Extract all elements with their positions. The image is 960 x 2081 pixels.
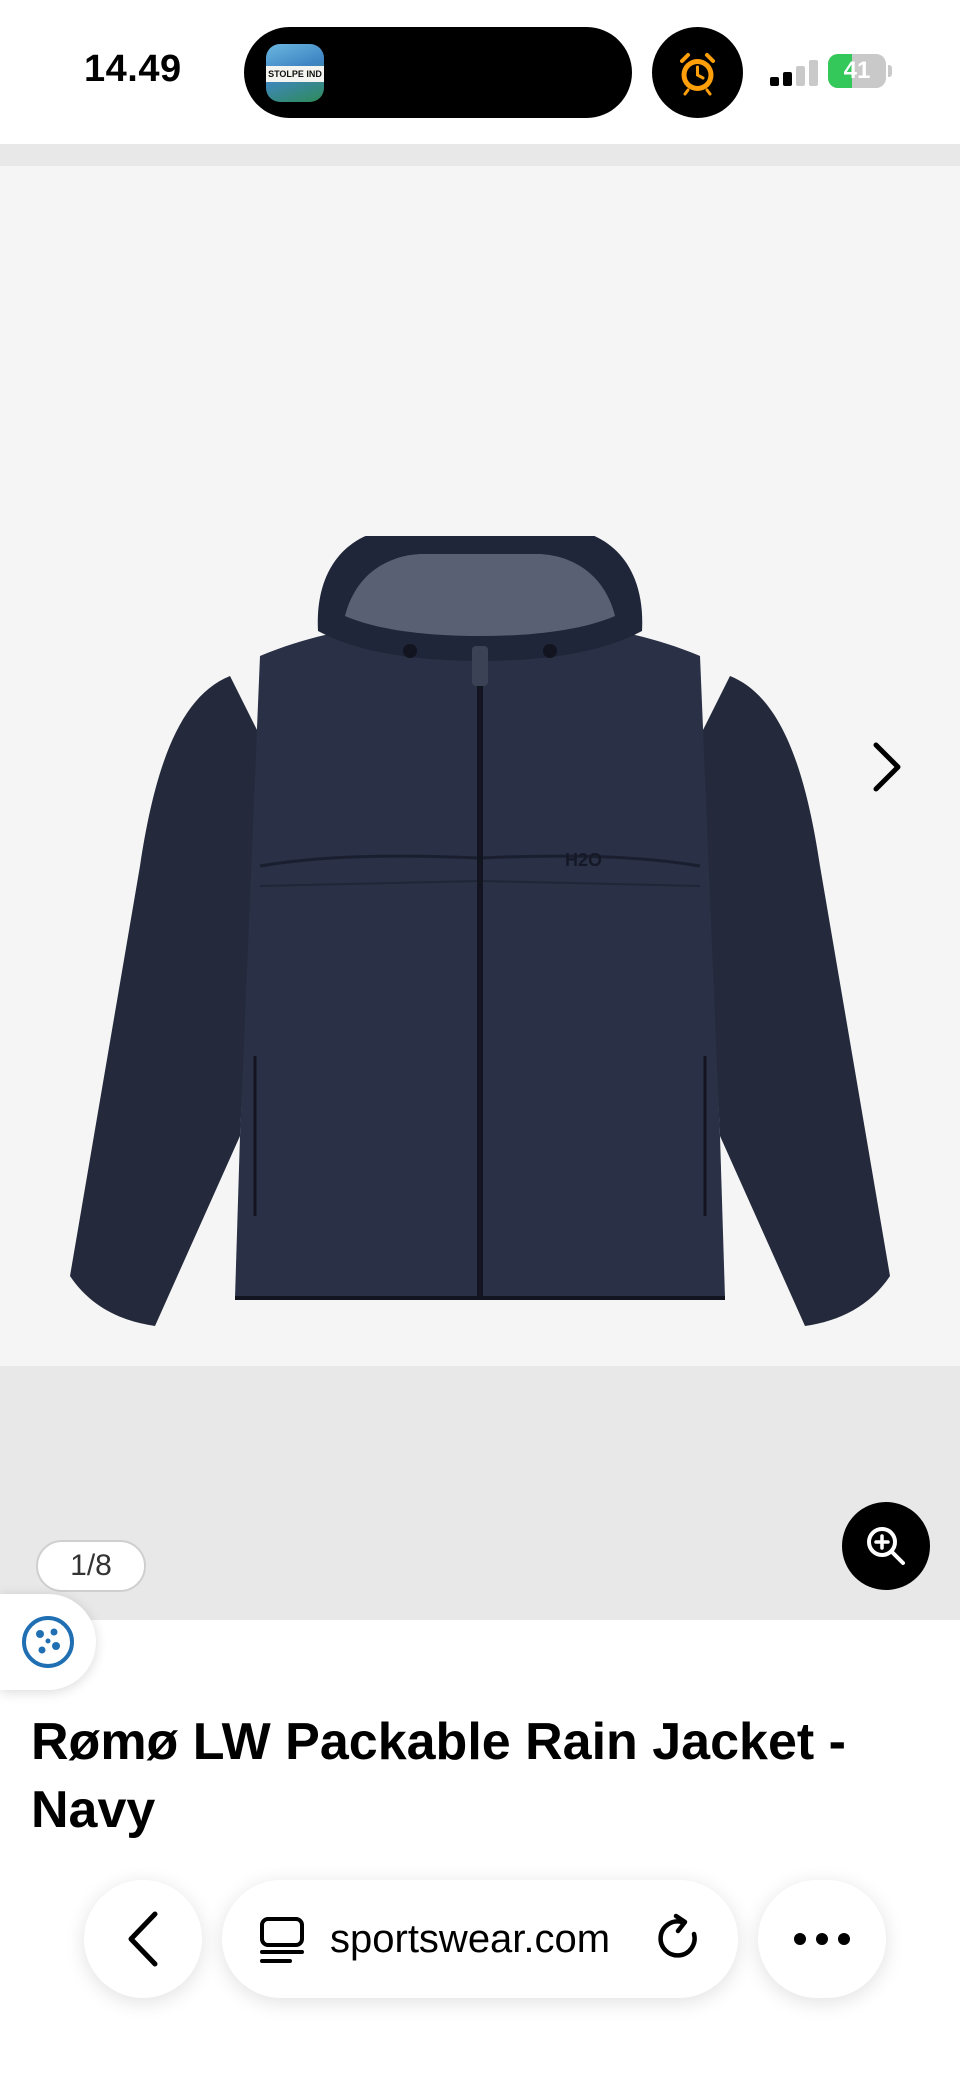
gallery-bottom-area bbox=[0, 1366, 960, 1620]
cookie-settings-button[interactable] bbox=[0, 1594, 96, 1690]
status-bar: 14.49 STOLPE IND 41 bbox=[0, 0, 960, 144]
battery-icon: 41 bbox=[828, 54, 892, 88]
more-menu-button[interactable] bbox=[758, 1880, 886, 1998]
address-bar[interactable]: sportswear.com bbox=[222, 1880, 738, 1998]
cookie-icon bbox=[22, 1616, 74, 1668]
zoom-in-icon bbox=[867, 1527, 905, 1565]
product-image-jacket: H2O bbox=[70, 536, 890, 1326]
reload-icon[interactable] bbox=[652, 1912, 706, 1966]
battery-percent: 41 bbox=[843, 57, 871, 84]
zoom-button[interactable] bbox=[842, 1502, 930, 1590]
more-dots-icon bbox=[794, 1933, 850, 1945]
browser-toolbar: sportswear.com bbox=[0, 1860, 960, 2081]
image-counter: 1/8 bbox=[36, 1540, 146, 1592]
dynamic-island[interactable]: STOLPE IND bbox=[244, 27, 632, 118]
gallery-top-strip bbox=[0, 144, 960, 166]
chevron-right-icon bbox=[873, 742, 901, 792]
product-image-gallery[interactable]: H2O bbox=[0, 166, 960, 1366]
next-image-button[interactable] bbox=[860, 735, 914, 799]
browser-back-button[interactable] bbox=[84, 1880, 202, 1998]
jacket-logo-print: H2O bbox=[565, 850, 602, 870]
tabs-icon[interactable] bbox=[256, 1914, 308, 1966]
live-activity-app-icon: STOLPE IND bbox=[266, 44, 324, 102]
product-title: Rømø LW Packable Rain Jacket - Navy bbox=[31, 1713, 846, 1839]
url-text[interactable]: sportswear.com bbox=[330, 1880, 650, 1998]
signal-icon bbox=[770, 60, 818, 86]
island-app-label: STOLPE IND bbox=[268, 69, 322, 79]
alarm-clock-icon[interactable] bbox=[652, 27, 743, 118]
back-chevron-icon bbox=[128, 1911, 158, 1967]
status-time: 14.49 bbox=[84, 48, 182, 90]
